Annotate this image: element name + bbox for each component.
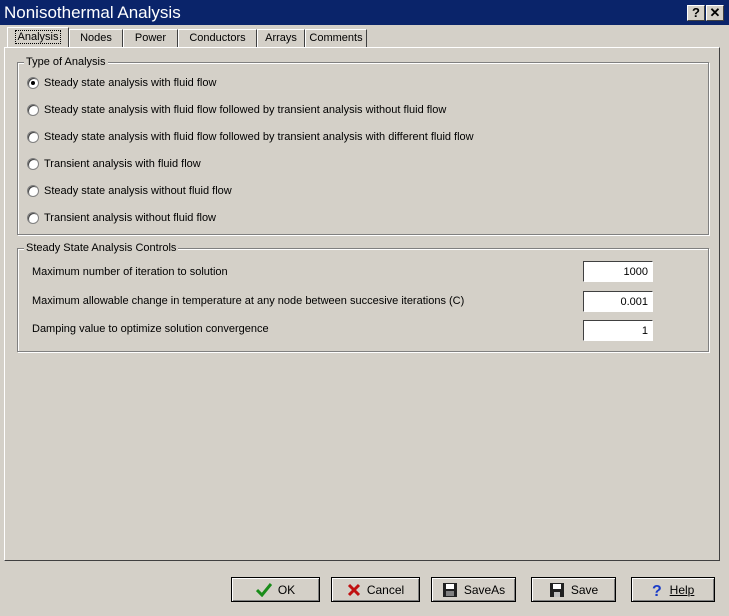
- cancel-button-label: Cancel: [366, 582, 405, 597]
- radio-button[interactable]: [27, 131, 39, 143]
- tab-arrays[interactable]: Arrays: [257, 29, 305, 48]
- help-button[interactable]: ? Help: [631, 577, 715, 602]
- tab-nodes[interactable]: Nodes: [69, 29, 123, 48]
- help-button-label: Help: [669, 582, 695, 597]
- max-iterations-field[interactable]: [583, 261, 653, 282]
- radio-label: Steady state analysis with fluid flow fo…: [44, 131, 474, 143]
- max-temp-change-label: Maximum allowable change in temperature …: [32, 295, 465, 307]
- tab-nodes-label: Nodes: [80, 32, 112, 44]
- steady-state-controls-legend: Steady State Analysis Controls: [24, 242, 179, 254]
- type-of-analysis-group: Type of Analysis Steady state analysis w…: [17, 56, 709, 235]
- context-help-button[interactable]: ?: [687, 5, 705, 21]
- close-button[interactable]: ✕: [706, 5, 724, 21]
- save-button-label: Save: [570, 582, 599, 597]
- ok-button-label: OK: [277, 582, 296, 597]
- tab-analysis[interactable]: Analysis: [7, 27, 69, 48]
- save-disk-icon: [549, 582, 565, 598]
- tab-conductors-label: Conductors: [189, 32, 246, 44]
- radio-label: Transient analysis without fluid flow: [44, 212, 217, 224]
- window-title: Nonisothermal Analysis: [4, 3, 181, 22]
- tab-comments[interactable]: Comments: [305, 29, 367, 48]
- radio-label: Steady state analysis without fluid flow: [44, 185, 232, 197]
- save-as-disk-icon: [442, 582, 458, 598]
- radio-label: Steady state analysis with fluid flow: [44, 77, 217, 89]
- saveas-button-label: SaveAs: [463, 582, 506, 597]
- radio-option-transient-with-flow[interactable]: Transient analysis with fluid flow: [27, 156, 201, 172]
- radio-button[interactable]: [27, 104, 39, 116]
- cancel-button[interactable]: Cancel: [331, 577, 420, 602]
- tab-power[interactable]: Power: [123, 29, 178, 48]
- saveas-button[interactable]: SaveAs: [431, 577, 516, 602]
- save-button[interactable]: Save: [531, 577, 616, 602]
- max-iterations-label: Maximum number of iteration to solution: [32, 266, 228, 278]
- radio-option-steady-then-transient-no-flow[interactable]: Steady state analysis with fluid flow fo…: [27, 102, 446, 118]
- radio-option-transient-without-flow[interactable]: Transient analysis without fluid flow: [27, 210, 216, 226]
- tab-analysis-label: Analysis: [14, 30, 62, 44]
- radio-label: Steady state analysis with fluid flow fo…: [44, 104, 447, 116]
- radio-button[interactable]: [27, 77, 39, 89]
- radio-button[interactable]: [27, 185, 39, 197]
- title-bar: Nonisothermal Analysis ? ✕: [0, 0, 729, 25]
- tab-power-label: Power: [134, 32, 167, 44]
- tab-panel: Type of Analysis Steady state analysis w…: [4, 47, 720, 561]
- radio-button[interactable]: [27, 212, 39, 224]
- steady-state-controls-group: Steady State Analysis Controls Maximum n…: [17, 242, 709, 352]
- max-temp-change-field[interactable]: [583, 291, 653, 312]
- radio-button[interactable]: [27, 158, 39, 170]
- svg-text:?: ?: [652, 583, 662, 598]
- help-question-icon: ?: [652, 582, 664, 598]
- tab-conductors[interactable]: Conductors: [178, 29, 257, 48]
- checkmark-icon: [255, 582, 272, 597]
- cancel-x-icon: [347, 583, 361, 597]
- damping-value-label: Damping value to optimize solution conve…: [32, 323, 269, 335]
- radio-option-steady-without-flow[interactable]: Steady state analysis without fluid flow: [27, 183, 232, 199]
- radio-option-steady-then-transient-diff-flow[interactable]: Steady state analysis with fluid flow fo…: [27, 129, 474, 145]
- radio-option-steady-with-flow[interactable]: Steady state analysis with fluid flow: [27, 75, 216, 91]
- tab-comments-label: Comments: [309, 32, 363, 44]
- type-of-analysis-legend: Type of Analysis: [24, 56, 108, 68]
- ok-button[interactable]: OK: [231, 577, 320, 602]
- radio-selected-dot: [31, 81, 35, 85]
- radio-label: Transient analysis with fluid flow: [44, 158, 201, 170]
- tab-arrays-label: Arrays: [265, 32, 297, 44]
- damping-value-field[interactable]: [583, 320, 653, 341]
